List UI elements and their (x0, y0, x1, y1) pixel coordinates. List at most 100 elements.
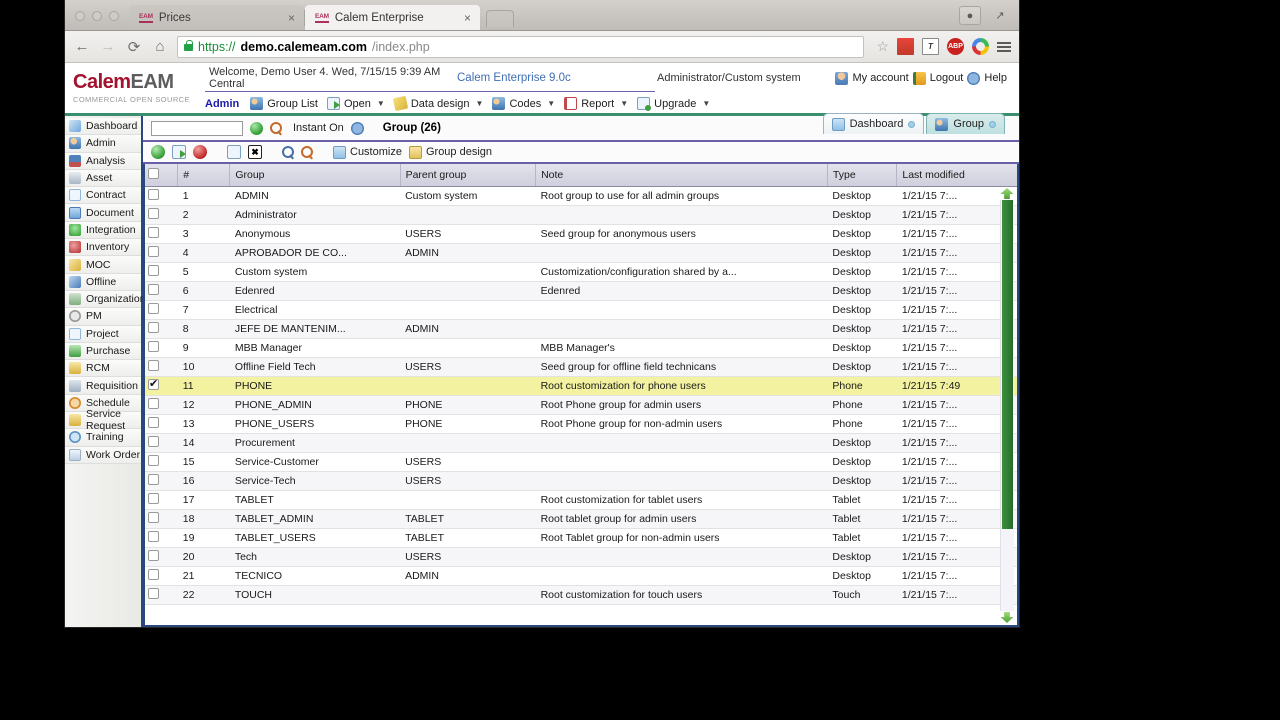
sidebar-item-work-order[interactable]: Work Order (65, 446, 141, 464)
bookmark-star-icon[interactable]: ☆ (876, 38, 889, 55)
reload-icon[interactable]: ⟳ (125, 38, 143, 56)
close-window-button[interactable] (75, 11, 85, 21)
minimize-window-button[interactable] (92, 11, 102, 21)
row-checkbox[interactable] (148, 245, 159, 257)
sidebar-item-pm[interactable]: PM (65, 308, 141, 326)
sidebar-item-moc[interactable]: MOC (65, 256, 141, 274)
t-box-extension-icon[interactable]: T (922, 38, 939, 55)
table-row[interactable]: 6 Edenred Edenred Desktop 1/21/15 7:... (143, 281, 1019, 301)
menu-item-upgrade[interactable]: Upgrade ▼ (637, 97, 710, 111)
table-row[interactable]: 11PHONE Root customization for phone user… (143, 376, 1019, 396)
table-row[interactable]: 9 MBB Manager MBB Manager's Desktop 1/21/15 … (143, 338, 1019, 358)
row-select-cell[interactable] (143, 414, 178, 434)
sidebar-item-purchase[interactable]: Purchase (65, 342, 141, 361)
table-row[interactable]: 12 PHONE_ADMIN PHONE Root Phone group for a… (143, 395, 1019, 415)
table-row[interactable]: 2 Administrator Desktop 1/21/15 7:... (143, 205, 1019, 225)
row-checkbox[interactable] (148, 492, 159, 504)
search-icon[interactable] (270, 122, 282, 134)
table-row[interactable]: 17 TABLET Root customization for tablet us… (143, 490, 1019, 510)
sidebar-item-rcm[interactable]: RCM (65, 360, 141, 378)
row-select-cell[interactable] (143, 357, 178, 377)
scroll-down-icon[interactable] (1000, 612, 1014, 623)
row-checkbox[interactable] (148, 226, 159, 238)
row-select-cell[interactable] (143, 452, 178, 472)
row-select-cell[interactable] (143, 585, 178, 605)
table-row[interactable]: 16 Service-Tech USERS Desktop 1/21/15 7:... (143, 471, 1019, 491)
row-select-cell[interactable] (143, 433, 178, 453)
table-row[interactable]: 3 Anonymous USERS Seed group for anonymous … (143, 224, 1019, 244)
row-checkbox[interactable] (148, 397, 159, 409)
select-all-header[interactable] (143, 164, 179, 187)
sidebar-item-requisition[interactable]: Requisition (65, 377, 141, 395)
menu-item-open[interactable]: Open ▼ (326, 97, 385, 110)
close-icon[interactable] (908, 120, 916, 128)
maximize-icon[interactable]: ↗ (989, 6, 1011, 25)
table-row[interactable]: 20 Tech USERS Desktop 1/21/15 7:... (143, 547, 1019, 567)
row-select-cell[interactable] (143, 338, 178, 358)
logout-link[interactable]: Logout (930, 72, 964, 84)
copy-icon[interactable] (172, 145, 186, 159)
my-account-link[interactable]: My account (852, 72, 908, 84)
row-select-cell[interactable] (143, 490, 178, 510)
color-circle-extension-icon[interactable] (972, 38, 989, 55)
row-checkbox[interactable] (148, 568, 159, 580)
row-checkbox[interactable] (148, 435, 159, 447)
row-select-cell[interactable] (143, 262, 178, 282)
row-select-cell[interactable] (143, 395, 178, 415)
search-orange-icon[interactable] (301, 146, 313, 158)
new-tab-button[interactable] (486, 10, 514, 27)
row-checkbox[interactable] (148, 416, 159, 428)
table-row[interactable]: 15 Service-Customer USERS Desktop 1/21/15 7:… (143, 452, 1019, 472)
table-row[interactable]: 5 Custom system Customization/configuratio… (143, 262, 1019, 282)
table-row[interactable]: 7 Electrical Desktop 1/21/15 7:... (143, 300, 1019, 320)
row-checkbox[interactable] (148, 454, 159, 466)
row-select-cell[interactable] (143, 186, 178, 206)
close-icon[interactable]: ✖ (248, 145, 262, 159)
row-select-cell[interactable] (143, 243, 178, 263)
table-row[interactable]: 14 Procurement Desktop 1/21/15 7:... (143, 433, 1019, 453)
help-link[interactable]: Help (984, 72, 1007, 84)
table-row[interactable]: 8 JEFE DE MANTENIM... ADMIN Desktop 1/21/15 … (143, 319, 1019, 339)
address-input[interactable]: https:// demo.calemeam.com/index.php (177, 35, 865, 58)
tab-group[interactable]: Group (926, 113, 1005, 134)
table-row[interactable]: 10 Offline Field Tech USERS Seed group for … (143, 357, 1019, 377)
row-checkbox[interactable] (148, 283, 159, 295)
menu-item-report[interactable]: Report ▼ (564, 97, 628, 110)
row-select-cell[interactable] (143, 471, 178, 491)
row-select-cell[interactable] (143, 224, 178, 244)
green-check-icon[interactable] (250, 121, 263, 135)
adblock-plus-icon[interactable]: ABP (947, 38, 964, 55)
row-checkbox[interactable] (148, 359, 159, 371)
row-checkbox[interactable] (148, 530, 159, 542)
menu-item-group-list[interactable]: Group List (250, 97, 318, 110)
zoom-window-button[interactable] (109, 11, 119, 21)
sidebar-item-document[interactable]: Document (65, 204, 141, 222)
row-checkbox[interactable] (148, 321, 159, 333)
sidebar-item-organization[interactable]: Organization (65, 290, 146, 309)
row-select-cell[interactable] (143, 376, 178, 396)
table-row[interactable]: 13 PHONE_USERS PHONE Root Phone group for n… (143, 414, 1019, 434)
vertical-scrollbar[interactable] (1000, 188, 1014, 623)
row-select-cell[interactable] (143, 547, 178, 567)
row-checkbox[interactable] (148, 264, 159, 276)
browser-tab-prices[interactable]: EAM Prices × (129, 5, 304, 30)
close-icon[interactable]: × (461, 12, 474, 24)
column-header-type[interactable]: Type (827, 164, 898, 187)
row-select-cell[interactable] (143, 528, 178, 548)
table-row[interactable]: 4 APROBADOR DE CO... ADMIN Desktop 1/21/15 7… (143, 243, 1019, 263)
column-header-parent-group[interactable]: Parent group (400, 164, 537, 187)
menu-item-admin[interactable]: Admin (205, 98, 239, 110)
table-row[interactable]: 19 TABLET_USERS TABLET Root Tablet group fo… (143, 528, 1019, 548)
red-square-extension-icon[interactable] (897, 38, 914, 55)
row-checkbox[interactable] (148, 340, 159, 352)
sidebar-item-project[interactable]: Project (65, 325, 141, 343)
row-checkbox[interactable] (148, 188, 159, 200)
row-select-cell[interactable] (143, 319, 178, 339)
sidebar-item-admin[interactable]: Admin (65, 135, 141, 153)
customize-button[interactable]: Customize (333, 145, 402, 159)
sidebar-item-integration[interactable]: Integration (65, 221, 141, 240)
search-icon[interactable] (282, 146, 294, 158)
sidebar-item-contract[interactable]: Contract (65, 187, 141, 205)
row-checkbox[interactable] (148, 207, 159, 219)
table-row[interactable]: 18 TABLET_ADMIN TABLET Root tablet group fo… (143, 509, 1019, 529)
